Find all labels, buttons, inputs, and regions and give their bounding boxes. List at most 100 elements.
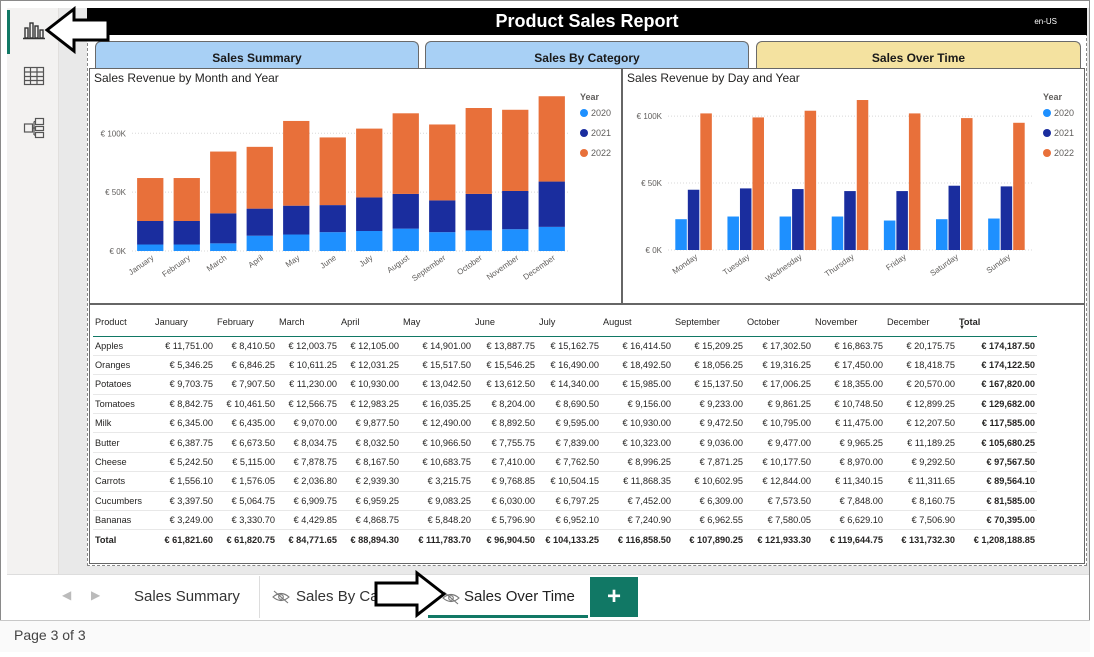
bar-2022-april [246,146,273,209]
column-header[interactable]: March [277,308,339,336]
product-name-cell: Potatoes [93,374,153,395]
sales-cell: € 8,690.50 [537,394,601,415]
sales-cell: € 11,189.25 [885,432,957,453]
total-cell: € 1,208,188.85 [957,529,1037,550]
daily-clustered-bar-chart: € 0K € 50K € 100K Monday Tuesday Wednesday Thu… [637,92,1074,284]
sales-cell: € 5,115.00 [215,452,277,473]
product-name-cell: Tomatoes [93,394,153,415]
sales-cell: € 9,595.00 [537,413,601,434]
sales-cell: € 3,330.70 [215,510,277,531]
report-title: Product Sales Report [495,11,679,31]
bar-2022-january [137,178,164,221]
nav-button-sales-over-time[interactable]: Sales Over Time [756,41,1081,69]
bar-2020-november [502,229,529,251]
column-header[interactable]: January [153,308,215,336]
legend-label: 2022 [591,148,611,158]
page-indicator: Page 3 of 3 [14,627,86,643]
column-header[interactable]: November [813,308,885,336]
column-header[interactable]: Product [93,308,153,336]
sales-cell: € 7,410.00 [473,452,537,473]
sales-cell: € 13,612.50 [473,374,537,395]
table-row: Bananas € 3,249.00 € 3,330.70 € 4,429.85 € 4… [93,510,1037,531]
bar-2021-october [465,193,492,231]
total-column-header[interactable]: Total ▼ [957,308,1037,336]
x-tick-label: Saturday [929,252,960,278]
bar-2020-october [465,230,492,251]
bar-2021-december [538,181,565,227]
total-cell: € 61,820.75 [215,529,277,550]
legend-label: 2020 [1054,108,1074,118]
sales-cell: € 5,848.20 [401,510,473,531]
sales-cell: € 17,450.00 [813,355,885,376]
sort-descending-icon[interactable]: ▼ [959,325,965,331]
sales-cell: € 16,414.50 [601,336,673,356]
sales-cell: € 7,848.00 [813,491,885,512]
table-total-row: Total € 61,821.60 € 61,820.75 € 84,771.65 € … [93,529,1037,550]
model-view-icon[interactable] [15,110,53,146]
column-header[interactable]: October [745,308,813,336]
column-header[interactable]: July [537,308,601,336]
bar-2020-june [319,232,346,251]
bar-2022-december [538,96,565,182]
page-tab-label: Sales By Ca [296,588,379,605]
total-cell: € 61,821.60 [153,529,215,550]
sales-cell: € 7,240.90 [601,510,673,531]
data-view-icon[interactable] [15,58,53,94]
sales-cell: € 9,861.25 [745,394,813,415]
x-tick-label: April [247,253,265,270]
sales-cell: € 6,797.25 [537,491,601,512]
bar-2020-december [538,226,565,251]
locale-label: en-US [1034,17,1057,26]
sales-cell: € 5,796.90 [473,510,537,531]
column-header[interactable]: February [215,308,277,336]
sales-cell: € 12,207.50 [885,413,957,434]
bar-2022-sunday [1013,122,1025,250]
sales-cell: € 7,573.50 [745,491,813,512]
nav-button-sales-by-category[interactable]: Sales By Category [425,41,749,69]
x-tick-label: February [161,253,192,279]
sales-cell: € 6,387.75 [153,432,215,453]
column-header[interactable]: May [401,308,473,336]
annotation-arrow-icon [44,6,110,55]
page-tab-sales-summary[interactable]: Sales Summary [110,576,260,618]
sales-cell: € 11,751.00 [153,336,215,356]
sales-cell: € 18,492.50 [601,355,673,376]
nav-button-sales-summary[interactable]: Sales Summary [95,41,419,69]
row-total-cell: € 97,567.50 [957,452,1037,473]
sales-cell: € 7,907.50 [215,374,277,395]
sales-cell: € 10,966.50 [401,432,473,453]
column-header[interactable]: August [601,308,673,336]
product-name-cell: Carrots [93,471,153,492]
sales-cell: € 3,215.75 [401,471,473,492]
y-tick-label: € 50K [641,179,663,188]
sales-cell: € 4,868.75 [339,510,401,531]
scroll-right-icon[interactable]: ▶ [91,588,103,604]
total-cell: € 88,894.30 [339,529,401,550]
hidden-page-icon [272,590,290,609]
column-header[interactable]: December [885,308,957,336]
column-header[interactable]: September [673,308,745,336]
sales-cell: € 10,177.50 [745,452,813,473]
page-tab-sales-over-time[interactable]: Sales Over Time [428,576,588,618]
table-header-row: Product January February March April May June J… [93,308,1037,336]
scroll-left-icon[interactable]: ◀ [62,588,74,604]
bar-2020-saturday [936,219,948,250]
bar-2020-february [173,244,200,251]
bar-2021-tuesday [739,188,752,250]
bar-2021-august [392,193,419,229]
page-tab-label: Sales Over Time [464,588,575,605]
column-header[interactable]: April [339,308,401,336]
column-header[interactable]: June [473,308,537,336]
sales-cell: € 9,070.00 [277,413,339,434]
sales-cell: € 18,355.00 [813,374,885,395]
x-tick-label: Monday [671,252,699,276]
table-row: Tomatoes € 8,842.75 € 10,461.50 € 12,566.75… [93,394,1037,415]
bar-2020-sunday [988,218,1000,250]
sales-cell: € 9,233.00 [673,394,745,415]
sales-cell: € 15,546.25 [473,355,537,376]
sales-matrix: Product January February March April May June J… [93,308,1083,550]
add-page-button[interactable]: + [590,577,638,617]
bar-2020-august [392,228,419,251]
product-name-cell: Oranges [93,355,153,376]
sales-cell: € 4,429.85 [277,510,339,531]
